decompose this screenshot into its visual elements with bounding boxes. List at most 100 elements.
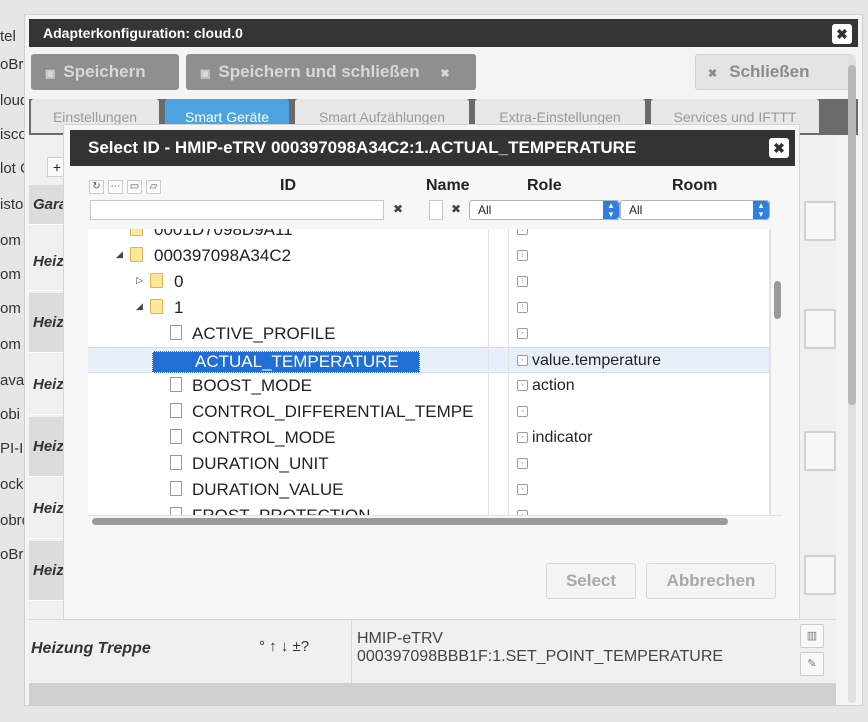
- role-filter-value: All: [478, 203, 492, 217]
- column-divider: [488, 269, 489, 295]
- tree-item-label: FROST_PROTECTION: [192, 506, 371, 515]
- tree-item-label: ACTIVE_PROFILE: [192, 324, 336, 343]
- tree-horizontal-scrollbar-thumb[interactable]: [92, 518, 728, 525]
- tree-item-label: ACTUAL_TEMPERATURE: [152, 351, 420, 373]
- state-icon: ◦: [517, 380, 528, 391]
- tree-item-label: CONTROL_DIFFERENTIAL_TEMPE: [192, 402, 474, 421]
- window-toolbar: ▣ Speichern ▣ Speichern und schließen ✖ ✖ S…: [29, 51, 858, 99]
- tree-item-label: DURATION_UNIT: [192, 454, 329, 473]
- column-divider: [488, 451, 489, 477]
- folder-icon: [150, 273, 163, 288]
- folder-icon[interactable]: ▭: [127, 180, 142, 194]
- tree-state-row[interactable]: CONTROL_MODE ◦ indicator: [88, 425, 770, 451]
- tree-state-row[interactable]: ACTUAL_TEMPERATURE ◦ value.temperature: [88, 347, 770, 374]
- close-x-icon: ✖: [440, 68, 450, 80]
- save-button[interactable]: ▣ Speichern: [31, 54, 179, 90]
- tree-state-row[interactable]: BOOST_MODE ◦ action: [88, 373, 770, 399]
- column-header-id[interactable]: ID: [280, 177, 296, 195]
- tree-state-row[interactable]: CONTROL_DIFFERENTIAL_TEMPE ◦: [88, 399, 770, 425]
- id-filter-input[interactable]: [90, 200, 384, 220]
- column-divider: [488, 229, 489, 243]
- refresh-icon[interactable]: ↻: [89, 180, 104, 194]
- column-header-room[interactable]: Room: [672, 177, 717, 195]
- tree-item-label: 0001D7098D9A11: [154, 229, 293, 239]
- tree-state-row[interactable]: FROST_PROTECTION◦: [88, 503, 770, 515]
- expand-icon[interactable]: ▷: [136, 275, 143, 286]
- collapse-icon[interactable]: ◢: [116, 249, 123, 260]
- tree-item-label: DURATION_VALUE: [192, 480, 344, 499]
- delete-icon[interactable]: ▥: [800, 624, 824, 648]
- name-filter-input[interactable]: [429, 200, 443, 220]
- column-divider: [488, 295, 489, 321]
- column-divider: [508, 451, 509, 477]
- column-divider: [508, 477, 509, 503]
- file-icon: [170, 325, 182, 340]
- role-filter-select[interactable]: All ▴ ▾: [469, 200, 620, 220]
- tree-vertical-scrollbar-thumb[interactable]: [774, 281, 781, 319]
- column-divider: [488, 399, 489, 425]
- tree-horizontal-scrollbar[interactable]: [88, 515, 782, 527]
- object-tree[interactable]: 0001D7098D9A11 ⁝ ◢ 000397098A34C2 ⁝ ▷ 0 ⁝ ◢ 1 ⁝ ACT…: [88, 229, 770, 515]
- tree-folder-row[interactable]: 0001D7098D9A11 ⁝: [88, 229, 770, 243]
- window-scrollbar-thumb[interactable]: [848, 65, 856, 405]
- state-icon: ◦: [517, 406, 528, 417]
- tree-state-row[interactable]: ACTIVE_PROFILE ◦: [88, 321, 770, 347]
- row-action-box[interactable]: [804, 555, 836, 595]
- tree-item-role: value.temperature: [532, 352, 661, 369]
- column-divider: [508, 348, 509, 374]
- column-header-role[interactable]: Role: [527, 177, 562, 195]
- save-icon: ▣: [200, 68, 211, 80]
- column-divider: [488, 477, 489, 503]
- tree-folder-row[interactable]: ◢ 1 ⁝: [88, 295, 770, 321]
- list-icon[interactable]: ⋯: [108, 180, 123, 194]
- id-filter-clear-icon[interactable]: ✖: [390, 201, 406, 217]
- device-state-line1: HMIP-eTRV: [357, 630, 443, 647]
- state-icon: ◦: [517, 484, 528, 495]
- tree-item-label: CONTROL_MODE: [192, 428, 336, 447]
- tree-folder-row[interactable]: ▷ 0 ⁝: [88, 269, 770, 295]
- dialog-close-icon[interactable]: ✖: [769, 138, 789, 158]
- select-id-dialog: Select ID - HMIP-eTRV 000397098A34C2:1.A…: [63, 124, 800, 620]
- tree-item-label: 0: [174, 272, 184, 291]
- tree-folder-row[interactable]: ◢ 000397098A34C2 ⁝: [88, 243, 770, 269]
- folder-icon: [130, 229, 143, 236]
- row-action-box[interactable]: [804, 431, 836, 471]
- name-filter-clear-icon[interactable]: ✖: [448, 201, 464, 217]
- folder-icon: [150, 299, 163, 314]
- column-divider: [488, 321, 489, 347]
- collapse-icon[interactable]: ◢: [136, 301, 143, 312]
- edit-icon[interactable]: ✎: [800, 652, 824, 676]
- tree-item-label: 1: [174, 298, 184, 317]
- room-filter-select[interactable]: All ▴ ▾: [620, 200, 770, 220]
- device-row-heizung-treppe: Heizung Treppe ° ↑ ↓ ±? HMIP-eTRV 000397…: [29, 619, 836, 684]
- save-and-close-label: Speichern und schließen: [218, 62, 420, 81]
- close-button[interactable]: ✖ Schließen: [695, 54, 852, 90]
- row-action-box[interactable]: [804, 309, 836, 349]
- dialog-title-bar: Select ID - HMIP-eTRV 000397098A34C2:1.A…: [70, 130, 795, 166]
- cancel-button[interactable]: Abbrechen: [646, 563, 776, 599]
- column-header-name[interactable]: Name: [426, 177, 470, 195]
- close-button-label: Schließen: [729, 62, 810, 81]
- folder-open-icon[interactable]: ▱: [146, 180, 161, 194]
- tree-state-row[interactable]: DURATION_VALUE ◦: [88, 477, 770, 503]
- row-action-box[interactable]: [804, 201, 836, 241]
- device-state-description: HMIP-eTRV 000397098BBB1F:1.SET_POINT_TEM…: [357, 630, 723, 666]
- file-icon: [170, 403, 182, 418]
- channel-icon: ⁝: [517, 229, 528, 235]
- tree-vertical-scrollbar[interactable]: [770, 229, 782, 515]
- save-icon: ▣: [45, 68, 56, 80]
- tree-state-row[interactable]: DURATION_UNIT ◦: [88, 451, 770, 477]
- dialog-title: Select ID - HMIP-eTRV 000397098A34C2:1.A…: [88, 138, 637, 157]
- channel-icon: ⁝: [517, 250, 528, 261]
- window-scrollbar[interactable]: [848, 55, 856, 703]
- window-title-text: Adapterkonfiguration: cloud.0: [43, 25, 243, 41]
- device-name: Heizung Treppe: [31, 640, 151, 657]
- save-and-close-button[interactable]: ▣ Speichern und schließen ✖: [186, 54, 476, 90]
- select-button[interactable]: Select: [546, 563, 636, 599]
- column-divider: [488, 425, 489, 451]
- window-close-icon[interactable]: ✖: [832, 24, 852, 44]
- state-icon: ◦: [517, 328, 528, 339]
- tree-item-label: BOOST_MODE: [192, 376, 312, 395]
- file-icon: [170, 507, 182, 515]
- device-type-symbols: ° ↑ ↓ ±?: [259, 638, 310, 655]
